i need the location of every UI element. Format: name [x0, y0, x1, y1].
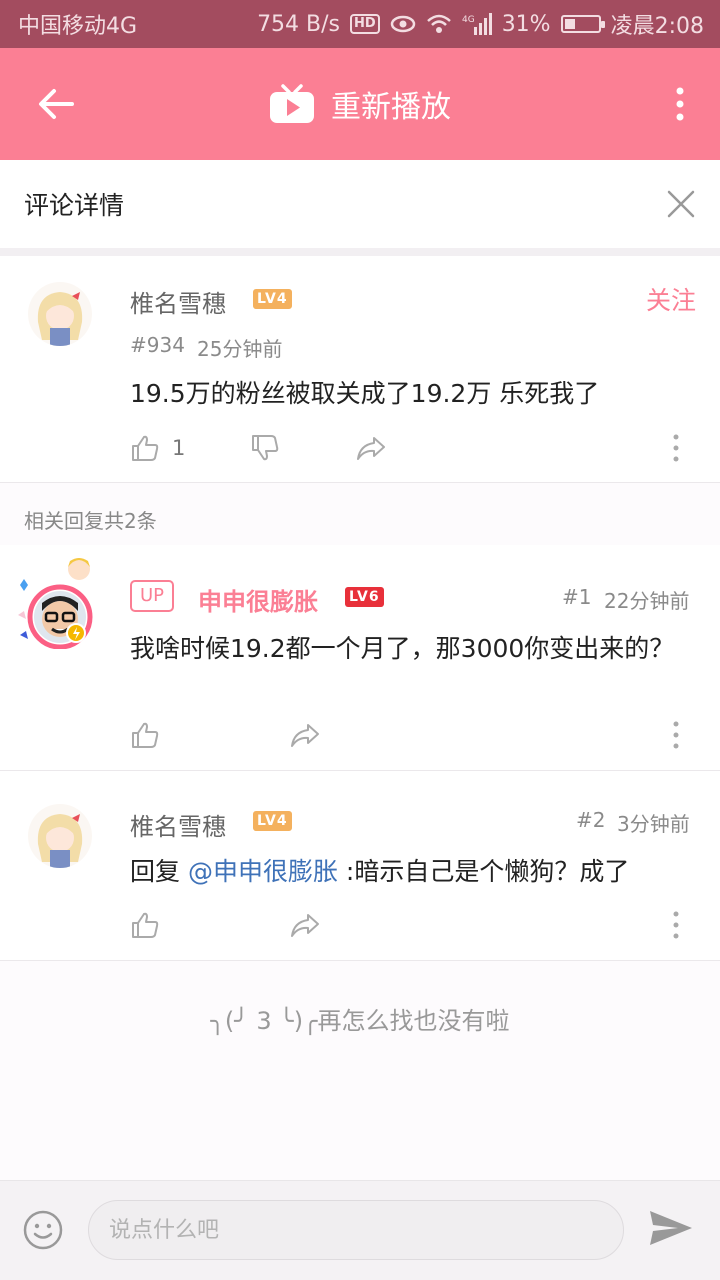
reply-username[interactable]: 申申很膨胀 — [198, 582, 318, 617]
comment-text: 19.5万的粉丝被取关成了19.2万 乐死我了 — [130, 379, 600, 408]
reply-body: :暗示自己是个懒狗？成了 — [337, 857, 630, 886]
battery-percent: 31% — [501, 11, 551, 37]
reply-text: 回复 @申申很膨胀 :暗示自己是个懒狗？成了 — [130, 855, 700, 889]
thumbs-up-icon[interactable] — [130, 720, 160, 750]
avatar[interactable] — [14, 555, 104, 649]
status-right: 754 B/s HD 4G 31% 凌晨2:08 — [257, 8, 704, 40]
comment-time: 25分钟前 — [197, 337, 283, 361]
thumbs-down-icon[interactable] — [250, 433, 280, 463]
reply-prefix: 回复 — [130, 857, 188, 886]
reply-text: 我啥时候19.2都一个月了，那3000你变出来的？ — [130, 634, 675, 663]
like-count: 1 — [172, 436, 186, 460]
divider — [0, 960, 720, 961]
avatar[interactable] — [28, 282, 92, 346]
level-badge: LV4 — [253, 289, 292, 309]
clock: 凌晨2:08 — [610, 14, 704, 39]
thumbs-up-icon[interactable] — [130, 910, 160, 940]
top-toolbar: 重新播放 — [0, 48, 720, 160]
more-options-icon[interactable] — [672, 720, 680, 750]
mention-link[interactable]: @申申很膨胀 — [188, 857, 338, 886]
level-badge: LV4 — [253, 811, 292, 831]
thumbs-up-icon[interactable] — [130, 433, 160, 463]
tv-icon — [270, 84, 314, 123]
more-options-icon[interactable] — [672, 910, 680, 940]
reply-time: 22分钟前 — [604, 589, 690, 613]
share-icon[interactable] — [356, 433, 386, 463]
hd-icon: HD — [350, 14, 380, 34]
reply-username[interactable]: 椎名雪穗 — [130, 807, 226, 842]
battery-fill — [564, 19, 575, 29]
emoji-icon[interactable] — [22, 1209, 64, 1251]
end-of-list-message: ╮(╯ 3 ╰)╭再怎么找也没有啦 — [210, 1007, 510, 1035]
network-speed: 754 B/s — [257, 11, 341, 37]
comment-username[interactable]: 椎名雪穗 — [130, 284, 226, 319]
related-replies-header: 相关回复共2条 — [24, 509, 157, 533]
divider — [0, 482, 720, 483]
carrier-label: 中国移动4G — [18, 14, 138, 39]
back-arrow-icon[interactable] — [36, 86, 76, 122]
reply-floor: #1 — [562, 585, 592, 609]
level-badge: LV6 — [345, 587, 384, 607]
more-vertical-icon[interactable] — [670, 86, 690, 122]
close-icon[interactable] — [666, 189, 696, 219]
signal-icon: 4G — [462, 13, 492, 35]
eye-icon — [390, 15, 415, 33]
reply-time: 3分钟前 — [617, 812, 690, 836]
replay-button[interactable]: 重新播放 — [269, 82, 451, 126]
comment-input[interactable] — [88, 1200, 624, 1260]
avatar[interactable] — [28, 804, 92, 868]
panel-header: 评论详情 — [0, 160, 720, 248]
more-options-icon[interactable] — [672, 433, 680, 463]
section-divider — [0, 248, 720, 256]
panel-title: 评论详情 — [24, 191, 125, 220]
status-bar: 中国移动4G 754 B/s HD 4G 31% 凌晨2:08 — [0, 0, 720, 48]
share-icon[interactable] — [290, 720, 320, 750]
send-icon[interactable] — [648, 1208, 694, 1248]
share-icon[interactable] — [290, 910, 320, 940]
svg-text:4G: 4G — [462, 15, 475, 25]
battery-icon — [560, 15, 605, 33]
follow-button[interactable]: 关注 — [646, 281, 696, 317]
up-tag: UP — [130, 580, 175, 612]
comment-floor: #934 — [130, 333, 185, 357]
reply-floor: #2 — [576, 808, 606, 832]
wifi-icon — [426, 14, 451, 33]
toolbar-title: 重新播放 — [331, 90, 451, 125]
